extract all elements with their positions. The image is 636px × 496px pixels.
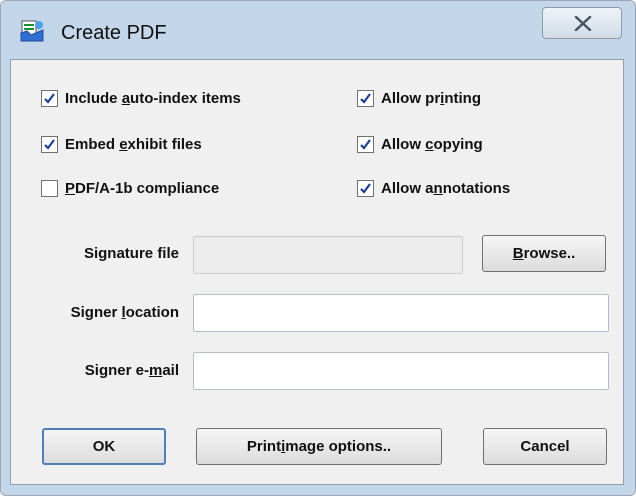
- signer-email-label: Signer e-mail: [84, 362, 179, 379]
- browse-button[interactable]: Browse..: [482, 235, 606, 272]
- checkbox-box[interactable]: [357, 89, 374, 107]
- signature-file-input[interactable]: [193, 236, 463, 274]
- signer-location-input[interactable]: [193, 294, 609, 332]
- checkmark-icon: [360, 138, 371, 150]
- checkbox-label: Include auto-index items: [65, 89, 241, 107]
- signature-file-label: Signature file: [83, 245, 179, 262]
- close-icon: [574, 16, 592, 31]
- checkmark-icon: [44, 92, 55, 104]
- checkbox-label: Allow annotations: [381, 179, 511, 197]
- dialog-body: Include auto-index items Embed exhibit f…: [10, 59, 624, 485]
- close-button[interactable]: [542, 7, 622, 39]
- checkbox-pdfa-compliance[interactable]: PDF/A-1b compliance: [41, 178, 219, 198]
- checkbox-box[interactable]: [357, 179, 374, 197]
- checkmark-icon: [44, 138, 55, 150]
- checkbox-allow-printing[interactable]: Allow printing: [357, 88, 481, 108]
- ok-button[interactable]: OK: [42, 428, 166, 465]
- checkbox-allow-copying[interactable]: Allow copying: [357, 134, 483, 154]
- create-pdf-dialog: Create PDF Include auto-index items Embe…: [0, 0, 636, 496]
- checkbox-label: Embed exhibit files: [65, 135, 202, 153]
- checkbox-box[interactable]: [41, 179, 58, 197]
- checkbox-label: Allow copying: [381, 135, 483, 153]
- checkmark-icon: [360, 182, 371, 194]
- checkbox-box[interactable]: [41, 135, 58, 153]
- pdf-app-icon: [19, 18, 45, 44]
- title-bar[interactable]: Create PDF: [1, 1, 635, 59]
- checkmark-icon: [360, 92, 371, 104]
- window-title: Create PDF: [61, 22, 167, 44]
- checkbox-label: PDF/A-1b compliance: [65, 179, 220, 197]
- checkbox-box[interactable]: [357, 135, 374, 153]
- signer-location-label: Signer location: [70, 304, 179, 321]
- checkbox-include-auto-index[interactable]: Include auto-index items: [41, 88, 241, 108]
- signer-email-input[interactable]: [193, 352, 609, 390]
- cancel-button[interactable]: Cancel: [483, 428, 607, 465]
- checkbox-allow-annotations[interactable]: Allow annotations: [357, 178, 510, 198]
- checkbox-box[interactable]: [41, 89, 58, 107]
- print-image-options-button[interactable]: Print i mage options..: [196, 428, 442, 465]
- checkbox-label: Allow printing: [381, 89, 481, 107]
- checkbox-embed-exhibit-files[interactable]: Embed exhibit files: [41, 134, 202, 154]
